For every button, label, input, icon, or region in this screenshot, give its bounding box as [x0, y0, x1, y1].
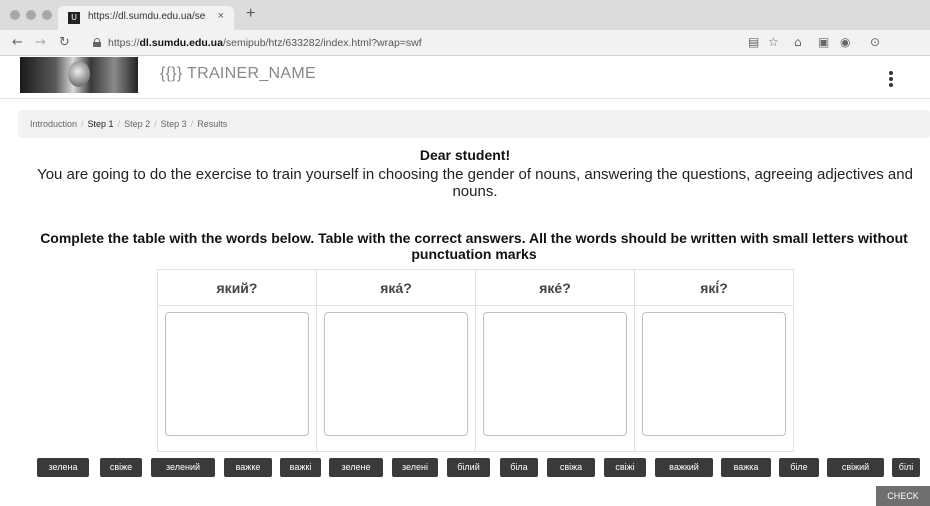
- column-header: які́?: [635, 270, 793, 306]
- answer-table: який? яка́? яке́? які́?: [157, 269, 794, 452]
- browser-toolbar: ← → ↻ https://dl.sumdu.edu.ua/semipub/ht…: [0, 30, 930, 56]
- browser-tab[interactable]: U https://dl.sumdu.edu.ua/semip ×: [58, 6, 234, 30]
- word-chip[interactable]: важкі: [280, 458, 321, 477]
- table-column: який?: [158, 270, 317, 451]
- word-chip[interactable]: важке: [224, 458, 272, 477]
- word-chip[interactable]: білі: [892, 458, 920, 477]
- translate-icon[interactable]: ▤: [748, 35, 759, 49]
- word-chip[interactable]: зелене: [329, 458, 383, 477]
- drop-zone[interactable]: [483, 312, 627, 436]
- word-chip[interactable]: зелена: [37, 458, 89, 477]
- bookmark-star-icon[interactable]: ☆: [768, 35, 779, 49]
- column-header: який?: [158, 270, 316, 306]
- trainer-name: {{}} TRAINER_NAME: [160, 65, 316, 82]
- extension-badge-icon[interactable]: ▣: [818, 35, 829, 49]
- reload-icon[interactable]: ↻: [59, 35, 70, 50]
- word-chip[interactable]: свіжі: [604, 458, 646, 477]
- back-arrow-icon[interactable]: ←: [12, 35, 23, 50]
- word-chip[interactable]: біле: [779, 458, 819, 477]
- forward-arrow-icon[interactable]: →: [35, 35, 46, 50]
- extension-icon[interactable]: ⌂: [794, 35, 802, 49]
- more-menu-icon[interactable]: [889, 71, 893, 89]
- lock-icon: [93, 38, 101, 47]
- breadcrumb-separator: /: [81, 119, 84, 129]
- breadcrumb-item[interactable]: Results: [197, 119, 227, 129]
- trainer-logo: [20, 57, 138, 93]
- word-chip[interactable]: важка: [721, 458, 771, 477]
- extension-circle-icon[interactable]: ◉: [840, 35, 850, 49]
- minimize-window-icon[interactable]: [26, 10, 36, 20]
- drop-zone[interactable]: [165, 312, 309, 436]
- maximize-window-icon[interactable]: [42, 10, 52, 20]
- word-bank: зелена свіже зелений важке важкі зелене зелені…: [37, 458, 920, 478]
- breadcrumb-separator: /: [117, 119, 121, 129]
- table-column: яка́?: [317, 270, 476, 451]
- close-window-icon[interactable]: [10, 10, 20, 20]
- tab-close-icon[interactable]: ×: [218, 10, 224, 22]
- word-chip[interactable]: білий: [447, 458, 490, 477]
- word-chip[interactable]: зелені: [392, 458, 438, 477]
- breadcrumb-separator: /: [154, 119, 157, 129]
- breadcrumb-item[interactable]: Step 2: [124, 119, 150, 129]
- word-chip[interactable]: свіже: [100, 458, 142, 477]
- intro-text: You are going to do the exercise to trai…: [37, 166, 913, 200]
- browser-tab-bar: U https://dl.sumdu.edu.ua/semip × +: [0, 0, 930, 30]
- tab-title: https://dl.sumdu.edu.ua/semip: [88, 11, 206, 22]
- drop-zone[interactable]: [642, 312, 786, 436]
- profile-icon[interactable]: ⊙: [870, 35, 880, 49]
- word-chip[interactable]: зелений: [151, 458, 215, 477]
- site-favicon-icon: U: [68, 12, 80, 24]
- new-tab-icon[interactable]: +: [246, 5, 255, 23]
- drop-zone[interactable]: [324, 312, 468, 436]
- breadcrumb-separator: /: [190, 119, 194, 129]
- task-instructions: Complete the table with the words below.…: [40, 230, 908, 262]
- app-header: {{}} TRAINER_NAME: [0, 57, 930, 99]
- breadcrumb-item[interactable]: Step 3: [161, 119, 187, 129]
- column-header: яке́?: [476, 270, 634, 306]
- word-chip[interactable]: свіжий: [827, 458, 884, 477]
- table-column: яке́?: [476, 270, 635, 451]
- word-chip[interactable]: свіжа: [547, 458, 595, 477]
- url-scheme: https://: [108, 37, 140, 49]
- breadcrumb-item[interactable]: Step 1: [88, 119, 114, 129]
- breadcrumb: Introduction / Step 1/Step 2/Step 3/Result…: [18, 110, 930, 138]
- breadcrumb-item[interactable]: Introduction: [30, 119, 77, 129]
- word-chip[interactable]: біла: [500, 458, 538, 477]
- page-heading: Dear student!: [419, 147, 511, 163]
- column-header: яка́?: [317, 270, 475, 306]
- url-path: /semipub/htz/633282/index.html?wrap=swf: [222, 37, 422, 49]
- table-column: які́?: [635, 270, 793, 451]
- word-chip[interactable]: важкий: [655, 458, 713, 477]
- check-button[interactable]: CHECK: [876, 486, 930, 506]
- address-bar[interactable]: https://dl.sumdu.edu.ua/semipub/htz/6332…: [108, 37, 422, 49]
- url-host: dl.sumdu.edu.ua: [139, 37, 223, 49]
